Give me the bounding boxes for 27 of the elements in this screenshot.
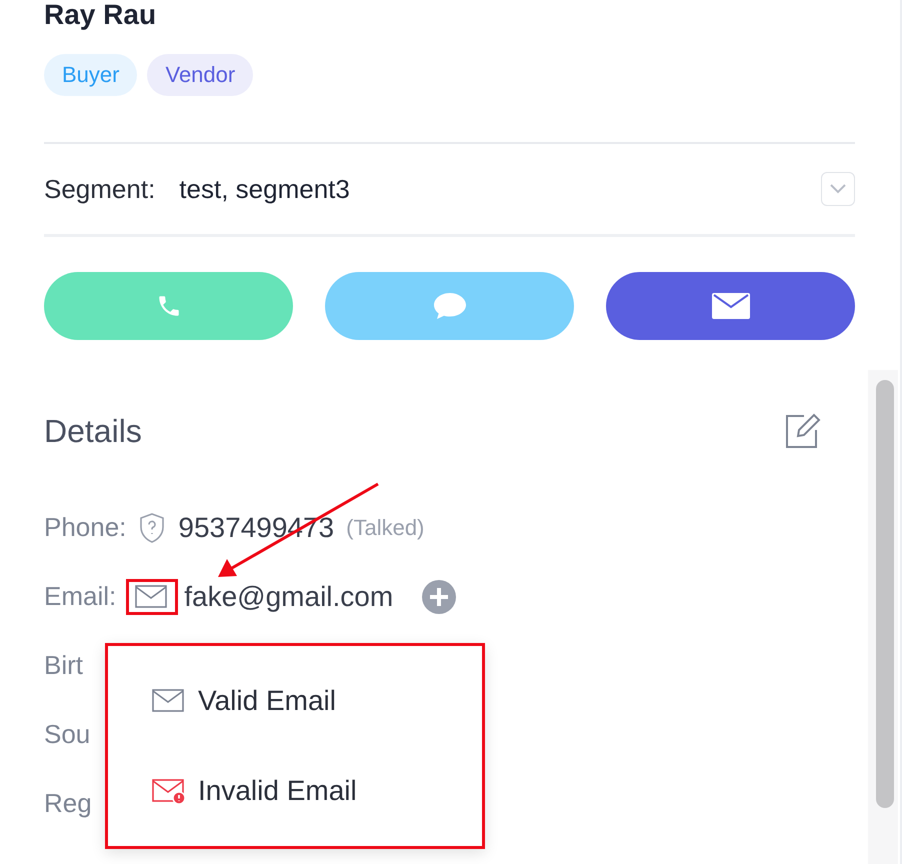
field-label: Reg bbox=[44, 788, 92, 819]
tag: Buyer bbox=[44, 54, 138, 96]
segment-value: test, segment3 bbox=[179, 174, 351, 204]
email-address: fake@gmail.com bbox=[184, 580, 394, 612]
dropdown-toggle[interactable] bbox=[821, 172, 855, 206]
highlight-box[interactable] bbox=[126, 578, 178, 614]
field-label: Birt bbox=[44, 650, 83, 681]
tag: Vendor bbox=[147, 54, 254, 96]
envelope-icon bbox=[135, 584, 170, 610]
segment-label: Segment: bbox=[44, 174, 156, 204]
field-label: Email: bbox=[44, 581, 116, 612]
scrollbar-thumb[interactable] bbox=[876, 380, 894, 808]
envelope-icon bbox=[712, 293, 750, 319]
envelope-alert-icon bbox=[152, 778, 186, 804]
field-label: Sou bbox=[44, 719, 90, 750]
field-label: Phone: bbox=[44, 512, 126, 543]
menu-item[interactable]: Invalid Email bbox=[108, 746, 482, 836]
add-icon[interactable] bbox=[421, 578, 458, 614]
edit-icon[interactable] bbox=[784, 412, 822, 450]
menu-item[interactable]: Valid Email bbox=[108, 656, 482, 746]
shield-question-icon bbox=[138, 512, 166, 544]
chevron-down-icon bbox=[829, 183, 847, 195]
envelope-icon bbox=[152, 688, 186, 714]
section-title: Details bbox=[44, 412, 142, 450]
chat-bubble-icon bbox=[432, 291, 468, 321]
contact-name: Ray Rau bbox=[44, 0, 156, 30]
call-status: (Talked) bbox=[346, 514, 424, 540]
